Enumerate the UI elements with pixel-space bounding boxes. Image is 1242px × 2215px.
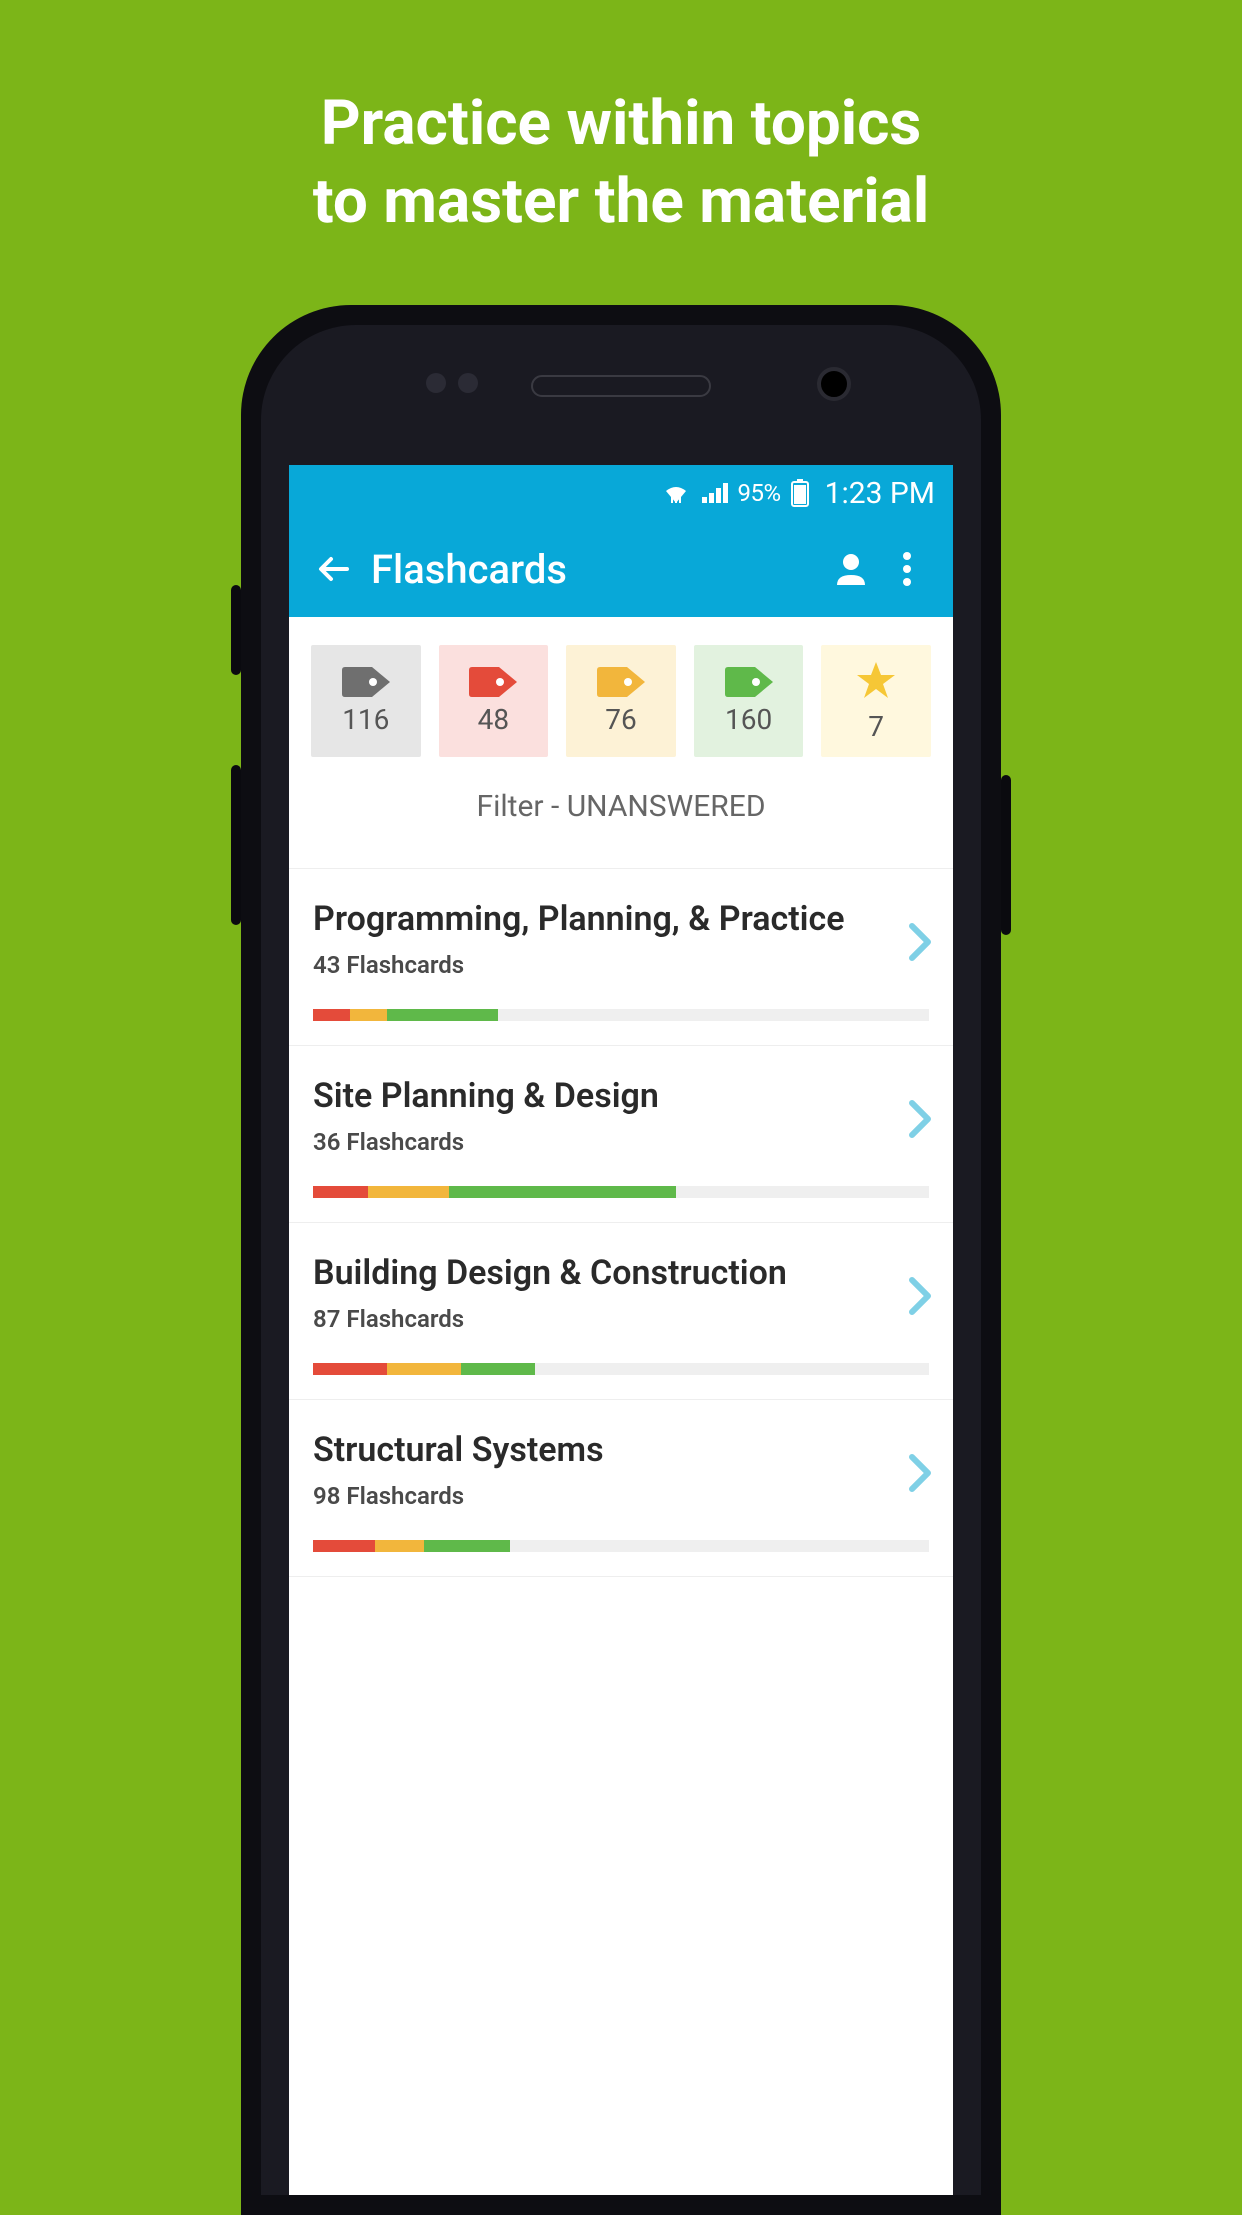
chevron-right-icon	[909, 1454, 931, 1496]
topic-subtitle: 87 Flashcards	[313, 1305, 929, 1333]
phone-side-button	[231, 765, 241, 925]
topic-subtitle: 43 Flashcards	[313, 951, 929, 979]
progress-segment-green	[424, 1540, 510, 1552]
topic-title: Structural Systems	[313, 1430, 929, 1470]
promo-line2: to master the material	[0, 163, 1242, 241]
battery-percentage: 95%	[738, 479, 781, 507]
progress-segment-red	[313, 1186, 368, 1198]
status-time: 1:23 PM	[825, 476, 935, 511]
topics-list: Programming, Planning, & Practice 43 Flas…	[289, 869, 953, 1577]
chevron-right-icon	[909, 1277, 931, 1319]
topic-title: Building Design & Construction	[313, 1253, 929, 1293]
topic-row[interactable]: Building Design & Construction 87 Flashca…	[289, 1223, 953, 1400]
star-icon	[856, 660, 896, 704]
promo-line1: Practice within topics	[0, 85, 1242, 163]
chip-count: 116	[342, 703, 389, 736]
filter-label: Filter - UNANSWERED	[289, 765, 953, 868]
filter-chip-medium[interactable]: 76	[566, 645, 676, 757]
progress-segment-green	[387, 1009, 498, 1021]
app-bar: Flashcards	[289, 521, 953, 617]
progress-bar	[313, 1363, 929, 1375]
chip-count: 48	[478, 703, 509, 736]
progress-segment-yellow	[350, 1009, 387, 1021]
progress-bar	[313, 1540, 929, 1552]
signal-icon	[700, 481, 728, 505]
phone-frame: 95% 1:23 PM Flashcards	[241, 305, 1001, 2215]
back-button[interactable]	[307, 541, 363, 597]
chevron-right-icon	[909, 923, 931, 965]
page-title: Flashcards	[371, 546, 823, 593]
progress-segment-green	[461, 1363, 535, 1375]
topic-title: Site Planning & Design	[313, 1076, 929, 1116]
filter-chip-easy[interactable]: 160	[694, 645, 804, 757]
progress-segment-green	[449, 1186, 677, 1198]
person-icon	[833, 551, 869, 587]
progress-segment-yellow	[375, 1540, 424, 1552]
tag-icon	[342, 667, 390, 697]
filter-label-value: UNANSWERED	[567, 789, 766, 824]
phone-speaker	[531, 375, 711, 397]
chip-count: 7	[868, 710, 884, 743]
progress-segment-red	[313, 1363, 387, 1375]
topic-subtitle: 36 Flashcards	[313, 1128, 929, 1156]
progress-segment-red	[313, 1540, 375, 1552]
topic-subtitle: 98 Flashcards	[313, 1482, 929, 1510]
overflow-menu-button[interactable]	[879, 541, 935, 597]
topic-row[interactable]: Programming, Planning, & Practice 43 Flas…	[289, 869, 953, 1046]
chevron-right-icon	[909, 1100, 931, 1142]
topic-row[interactable]: Site Planning & Design 36 Flashcards	[289, 1046, 953, 1223]
filter-chip-unanswered[interactable]: 116	[311, 645, 421, 757]
phone-side-button	[1001, 775, 1011, 935]
tag-icon	[597, 667, 645, 697]
phone-side-button	[231, 585, 241, 675]
phone-sensors	[426, 373, 478, 393]
promo-headline: Practice within topics to master the mat…	[0, 85, 1242, 240]
filter-label-prefix: Filter -	[476, 789, 566, 824]
arrow-left-icon	[315, 549, 355, 589]
progress-segment-yellow	[387, 1363, 461, 1375]
status-bar: 95% 1:23 PM	[289, 465, 953, 521]
progress-bar	[313, 1009, 929, 1021]
profile-button[interactable]	[823, 541, 879, 597]
topic-row[interactable]: Structural Systems 98 Flashcards	[289, 1400, 953, 1577]
progress-bar	[313, 1186, 929, 1198]
tag-icon	[725, 667, 773, 697]
phone-inner: 95% 1:23 PM Flashcards	[261, 325, 981, 2195]
topic-title: Programming, Planning, & Practice	[313, 899, 929, 939]
screen: 95% 1:23 PM Flashcards	[289, 465, 953, 2195]
wifi-icon	[662, 481, 690, 505]
battery-icon	[791, 479, 809, 507]
filter-chip-hard[interactable]: 48	[439, 645, 549, 757]
tag-icon	[469, 667, 517, 697]
progress-segment-yellow	[368, 1186, 448, 1198]
filter-chip-starred[interactable]: 7	[821, 645, 931, 757]
chip-count: 160	[725, 703, 772, 736]
more-vert-icon	[902, 551, 912, 587]
progress-segment-red	[313, 1009, 350, 1021]
chip-count: 76	[605, 703, 636, 736]
filter-chip-row: 116 48 76 160 7	[289, 617, 953, 765]
phone-camera	[817, 367, 851, 401]
